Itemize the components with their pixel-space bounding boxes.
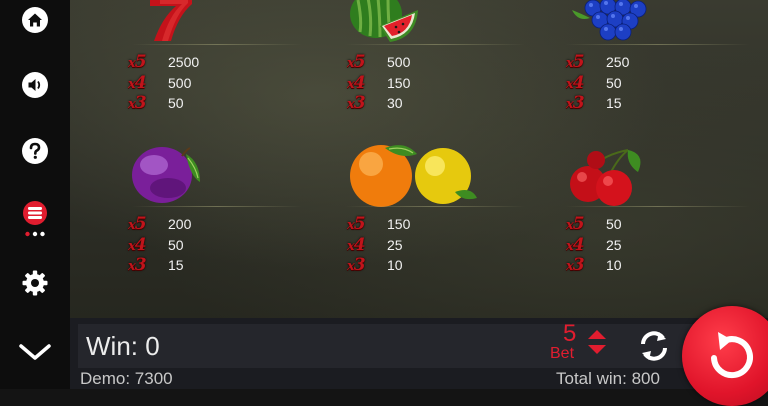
pay-row: x3 15 (128, 255, 191, 276)
home-button[interactable] (15, 0, 55, 40)
help-icon (22, 138, 48, 164)
multiplier: x5 (347, 214, 366, 235)
separator (345, 44, 525, 45)
pay-row: x5 200 (128, 214, 191, 235)
pay-row: x5 250 (566, 52, 629, 73)
pay-row: x4 25 (566, 235, 622, 256)
payout-value: 15 (606, 95, 622, 112)
sound-button[interactable] (15, 65, 55, 105)
home-icon (22, 7, 48, 33)
bet-decrease-icon[interactable] (588, 345, 606, 354)
multiplier: x3 (347, 255, 366, 276)
payout-value: 150 (387, 74, 411, 91)
paylist-orange-lemon: x5 150 x4 25 x3 10 (347, 214, 410, 276)
help-button[interactable] (15, 131, 55, 171)
spin-icon (711, 332, 753, 379)
multiplier: x5 (128, 214, 147, 235)
coins-icon (23, 201, 47, 237)
multiplier: x4 (347, 72, 366, 93)
collapse-button[interactable] (15, 332, 55, 372)
multiplier: x3 (566, 93, 585, 114)
paytable: x5 2500 x4 500 x3 50 x5 500 x4 150 x3 30… (70, 0, 768, 318)
win-label: Win: 0 (86, 331, 160, 361)
total-win: Total win: 800 (556, 369, 660, 388)
pay-row: x3 30 (347, 93, 410, 114)
multiplier: x5 (347, 52, 366, 73)
multiplier: x3 (128, 93, 147, 114)
bet-stepper[interactable] (586, 328, 608, 356)
payout-value: 150 (387, 216, 411, 233)
refresh-icon (641, 331, 667, 361)
pay-row: x4 150 (347, 73, 410, 94)
paylist-watermelon: x5 500 x4 150 x3 30 (347, 52, 410, 114)
separator (565, 206, 750, 207)
payout-value: 2500 (168, 54, 200, 71)
pay-row: x5 500 (347, 52, 410, 73)
pay-row: x3 15 (566, 93, 629, 114)
pay-row: x4 50 (128, 235, 191, 256)
sidebar (0, 0, 70, 389)
payout-value: 10 (606, 257, 622, 274)
multiplier: x3 (566, 255, 585, 276)
pay-row: x4 25 (347, 235, 410, 256)
watermelon-icon (350, 0, 418, 42)
payout-value: 50 (606, 216, 622, 233)
bet-increase-icon[interactable] (588, 330, 606, 339)
pay-row: x5 2500 (128, 52, 199, 73)
plum-icon (132, 147, 200, 203)
seven-icon (150, 0, 192, 41)
multiplier: x5 (566, 52, 585, 73)
coins-button[interactable] (15, 198, 55, 238)
payout-value: 25 (606, 236, 622, 253)
multiplier: x4 (566, 234, 585, 255)
sound-icon (22, 72, 48, 98)
payout-value: 50 (168, 236, 184, 253)
cherries-icon (570, 149, 641, 206)
payout-value: 50 (606, 74, 622, 91)
multiplier: x5 (566, 214, 585, 235)
multiplier: x4 (128, 72, 147, 93)
pay-row: x3 50 (128, 93, 199, 114)
chevron-down-icon (19, 344, 51, 360)
paylist-seven: x5 2500 x4 500 x3 50 (128, 52, 199, 114)
grapes-icon (572, 0, 647, 41)
payout-value: 500 (168, 74, 192, 91)
paylist-grapes: x5 250 x4 50 x3 15 (566, 52, 629, 114)
pay-row: x5 150 (347, 214, 410, 235)
payout-value: 10 (387, 257, 403, 274)
payout-value: 25 (387, 236, 403, 253)
separator (565, 44, 750, 45)
pay-row: x4 50 (566, 73, 629, 94)
payout-value: 250 (606, 54, 630, 71)
multiplier: x3 (347, 93, 366, 114)
multiplier: x4 (128, 234, 147, 255)
orange-lemon-icon (350, 145, 477, 207)
payout-value: 200 (168, 216, 192, 233)
autoplay-button[interactable] (632, 324, 676, 368)
multiplier: x3 (128, 255, 147, 276)
pay-row: x5 50 (566, 214, 622, 235)
paylist-cherries: x5 50 x4 25 x3 10 (566, 214, 622, 276)
settings-button[interactable] (15, 263, 55, 303)
multiplier: x4 (347, 234, 366, 255)
separator (132, 44, 302, 45)
spin-button[interactable] (682, 306, 768, 406)
payout-value: 500 (387, 54, 411, 71)
bet-value: 5 (563, 320, 577, 347)
bet-label: Bet (550, 345, 575, 362)
settings-icon (22, 270, 48, 296)
pay-row: x4 500 (128, 73, 199, 94)
payout-value: 50 (168, 95, 184, 112)
payout-value: 30 (387, 95, 403, 112)
demo-balance: Demo: 7300 (80, 369, 173, 388)
separator (132, 206, 302, 207)
bottom-bar: Win: 0 5 Bet Demo: 7300 Total win: 800 (70, 318, 768, 389)
pay-row: x3 10 (347, 255, 410, 276)
multiplier: x5 (128, 52, 147, 73)
paylist-plum: x5 200 x4 50 x3 15 (128, 214, 191, 276)
pay-row: x3 10 (566, 255, 622, 276)
multiplier: x4 (566, 72, 585, 93)
separator (345, 206, 525, 207)
payout-value: 15 (168, 257, 184, 274)
